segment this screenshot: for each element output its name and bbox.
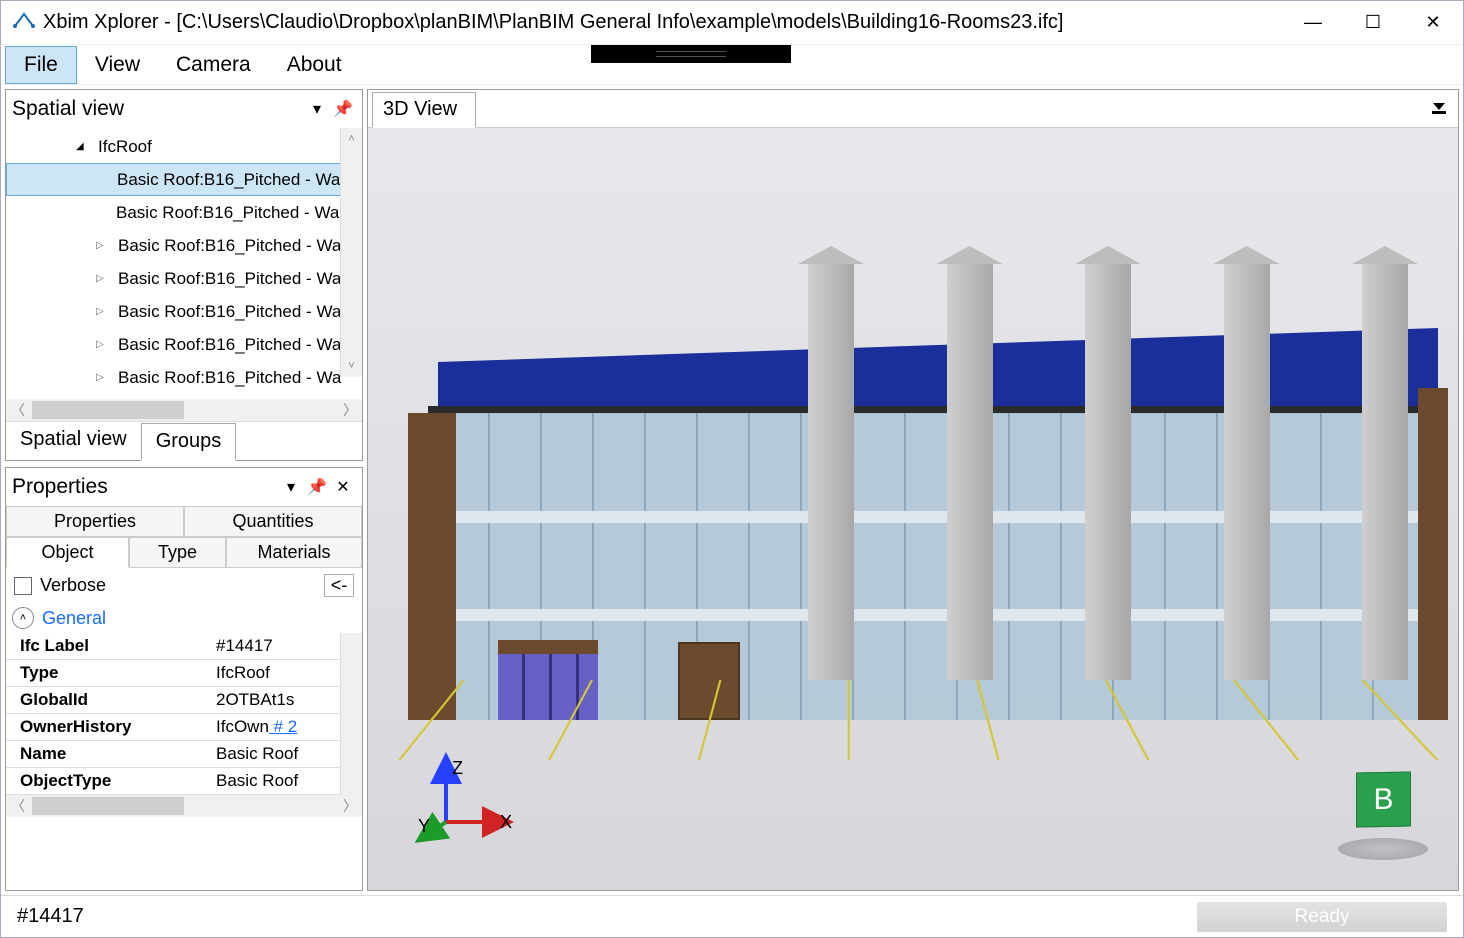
menubar: File View Camera About	[1, 45, 1463, 85]
view-cube[interactable]: B	[1338, 770, 1428, 860]
3d-canvas[interactable]: Z X Y B	[368, 128, 1458, 890]
pin-icon[interactable]: 📌	[304, 477, 330, 497]
tree-item[interactable]: ▷Basic Roof:B16_Pitched - Wa	[6, 361, 362, 394]
tab-groups[interactable]: Groups	[141, 423, 237, 461]
verbose-checkbox[interactable]	[14, 577, 32, 595]
menu-camera[interactable]: Camera	[158, 47, 269, 83]
drag-handle[interactable]	[591, 45, 791, 63]
properties-panel: Properties ▾ 📌 ✕ Properties Quantities O…	[5, 467, 363, 891]
close-icon[interactable]: ✕	[330, 477, 356, 497]
prop-label: Type	[6, 663, 216, 683]
prop-label: OwnerHistory	[6, 717, 216, 737]
prop-label: Name	[6, 744, 216, 764]
status-selection: #14417	[17, 905, 84, 928]
maximize-button[interactable]: ☐	[1343, 1, 1403, 45]
tab-materials[interactable]: Materials	[226, 537, 362, 568]
app-icon	[13, 12, 35, 33]
tree-item[interactable]: ▷Basic Roof:B16_Pitched - Wa	[6, 262, 362, 295]
svg-text:X: X	[500, 812, 512, 832]
3d-viewport-panel: 3D View	[367, 89, 1459, 891]
spatial-title: Spatial view	[12, 97, 304, 121]
tab-type[interactable]: Type	[129, 537, 226, 568]
tab-properties[interactable]: Properties	[6, 506, 184, 537]
status-ready: Ready	[1197, 902, 1447, 932]
collapse-icon[interactable]: ˄	[12, 607, 34, 629]
tree-item[interactable]: ▷Basic Roof:B16_Pitched - Wa	[6, 229, 362, 262]
building-model[interactable]	[378, 328, 1448, 720]
prop-label: Ifc Label	[6, 636, 216, 656]
menu-view[interactable]: View	[77, 47, 158, 83]
tree-parent[interactable]: ◢IfcRoof	[6, 130, 362, 163]
back-button[interactable]: <-	[324, 574, 354, 597]
owner-history-link[interactable]: # 2	[269, 717, 297, 736]
prop-label: ObjectType	[6, 771, 216, 791]
tab-3d-view[interactable]: 3D View	[372, 92, 476, 128]
prop-label: GlobalId	[6, 690, 216, 710]
axis-gizmo[interactable]: Z X Y	[418, 760, 508, 850]
pin-icon[interactable]: 📌	[330, 99, 356, 119]
section-general[interactable]: General	[42, 608, 106, 629]
properties-title: Properties	[12, 475, 278, 499]
props-scrollbar-h[interactable]: 〈〉	[6, 795, 362, 817]
tree-scrollbar-v[interactable]: ˄˅	[340, 128, 362, 377]
spatial-panel: Spatial view ▾ 📌 ◢IfcRoof Basic Roof:B16…	[5, 89, 363, 461]
tab-spatial-view[interactable]: Spatial view	[6, 422, 141, 460]
spatial-tree[interactable]: ◢IfcRoof Basic Roof:B16_Pitched - Wa Bas…	[6, 128, 362, 396]
menu-file[interactable]: File	[5, 46, 77, 84]
titlebar: Xbim Xplorer - [C:\Users\Claudio\Dropbox…	[1, 1, 1463, 45]
props-scrollbar-v[interactable]	[340, 633, 362, 795]
menu-about[interactable]: About	[269, 47, 360, 83]
dropdown-icon[interactable]: ▾	[304, 99, 330, 119]
viewcube-face[interactable]: B	[1373, 782, 1393, 816]
dropdown-icon[interactable]: ▾	[278, 477, 304, 497]
tree-item[interactable]: ▷Basic Roof:B16_Pitched - Wa	[6, 295, 362, 328]
svg-text:Z: Z	[452, 758, 463, 778]
window-title: Xbim Xplorer - [C:\Users\Claudio\Dropbox…	[43, 11, 1283, 34]
svg-text:Y: Y	[418, 816, 430, 836]
statusbar: #14417 Ready	[1, 895, 1463, 937]
minimize-button[interactable]: —	[1283, 1, 1343, 45]
property-grid: Ifc Label#14417 TypeIfcRoof GlobalId2OTB…	[6, 633, 362, 795]
tree-item[interactable]: Basic Roof:B16_Pitched - Wa	[6, 163, 362, 196]
verbose-label: Verbose	[40, 575, 106, 596]
tree-item[interactable]: Basic Roof:B16_Pitched - Wa	[6, 196, 362, 229]
close-button[interactable]: ✕	[1403, 1, 1463, 45]
tab-object[interactable]: Object	[6, 537, 129, 568]
view-options-icon[interactable]	[1428, 103, 1450, 114]
tree-scrollbar-h[interactable]: 〈〉	[6, 399, 362, 421]
tab-quantities[interactable]: Quantities	[184, 506, 362, 537]
tree-item[interactable]: ▷Basic Roof:B16_Pitched - Wa	[6, 328, 362, 361]
